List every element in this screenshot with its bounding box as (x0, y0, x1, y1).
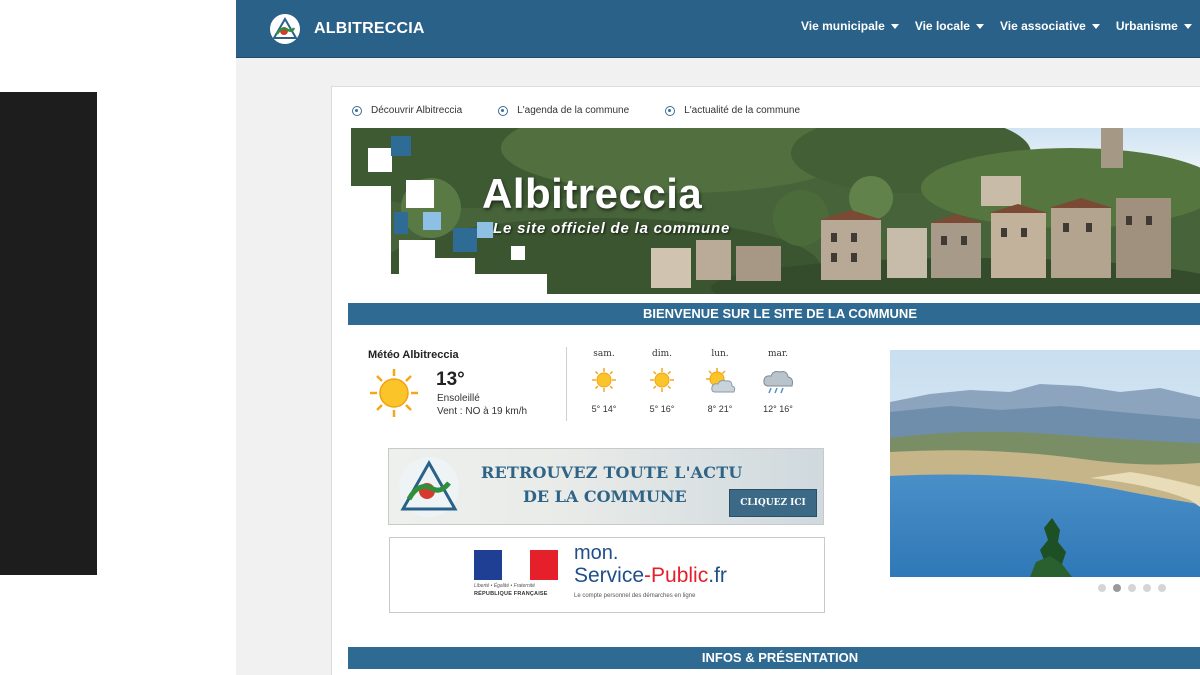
menu-vie-associative[interactable]: Vie associative (1000, 19, 1100, 33)
quicklink-agenda[interactable]: L'agenda de la commune (498, 105, 629, 116)
actu-line2: DE LA COMMUNE (523, 487, 687, 506)
forecast-day: sam. 5° 14° (584, 349, 624, 414)
sp-site-name: Service-Public.fr (574, 564, 727, 588)
slider-pagination (1098, 584, 1166, 592)
sun-cloud-icon (706, 368, 736, 393)
current-wind: Vent : NO à 19 km/h (437, 406, 528, 417)
brand[interactable]: ALBITRECCIA (270, 11, 425, 47)
dark-side-panel (0, 92, 97, 575)
caret-down-icon (890, 23, 899, 29)
slider-dot-active[interactable] (1113, 584, 1121, 592)
quicklink-label: Découvrir Albitreccia (371, 105, 463, 116)
village-landscape-image (351, 128, 1200, 294)
weather-divider (566, 347, 567, 421)
menu-label: Vie municipale (801, 19, 885, 33)
menu-urbanisme[interactable]: Urbanisme (1116, 19, 1192, 33)
current-temperature: 13° (436, 369, 465, 390)
forecast-day-label: dim. (651, 349, 673, 359)
forecast-temps: 12° 16° (763, 404, 793, 414)
republic-name: RÉPUBLIQUE FRANÇAISE (474, 591, 548, 597)
sp-public: -Public (644, 564, 709, 587)
forecast-day-label: sam. (593, 349, 615, 359)
hero-banner: Albitreccia Le site officiel de la commu… (351, 128, 1200, 294)
slider-dot[interactable] (1143, 584, 1151, 592)
quicklink-decouvrir[interactable]: Découvrir Albitreccia (352, 105, 462, 116)
forecast-temps: 8° 21° (707, 404, 733, 414)
caret-down-icon (1183, 23, 1192, 29)
menu-vie-municipale[interactable]: Vie municipale (801, 19, 899, 33)
forecast-day-label: lun. (711, 349, 729, 359)
bay-landscape-image (890, 350, 1200, 577)
website-viewport: ALBITRECCIA Vie municipale Vie locale Vi… (236, 0, 1200, 675)
sp-mon: mon. (574, 542, 619, 564)
cliquez-ici-button[interactable]: CLIQUEZ ICI (729, 489, 817, 517)
republic-motto: Liberté • Égalité • Fraternité (474, 583, 536, 589)
quicklink-label: L'actualité de la commune (684, 105, 801, 116)
current-condition: Ensoleillé (437, 393, 480, 404)
circle-bullet-icon (352, 105, 362, 116)
sun-icon (370, 369, 418, 417)
service-public-ad[interactable]: Liberté • Égalité • Fraternité RÉPUBLIQU… (389, 537, 825, 613)
caret-down-icon (1091, 23, 1100, 29)
weather-forecast: sam. 5° 14° dim. 5° 16° lun. 8° 21° mar.… (584, 349, 804, 421)
sun-icon (592, 368, 616, 392)
weather-title: Météo Albitreccia (368, 349, 459, 361)
circle-bullet-icon (665, 105, 676, 116)
banner-title: Albitreccia (482, 170, 703, 217)
infos-section-title: INFOS & PRÉSENTATION (701, 650, 859, 665)
photo-slider[interactable] (890, 350, 1200, 577)
caret-down-icon (975, 23, 984, 29)
slider-dot[interactable] (1098, 584, 1106, 592)
actu-line1: RETROUVEZ TOUTE L'ACTU (481, 463, 743, 482)
brand-name: ALBITRECCIA (314, 20, 425, 37)
weather-widget: Météo Albitreccia 13° Ensoleillé Vent : … (368, 347, 808, 429)
circle-bullet-icon (498, 105, 509, 116)
forecast-temps: 5° 16° (649, 404, 675, 414)
actu-banner-ad[interactable]: RETROUVEZ TOUTE L'ACTU DE LA COMMUNE CLI… (388, 448, 824, 525)
menu-label: Vie associative (999, 19, 1086, 33)
sun-icon (650, 368, 674, 392)
quicklinks: Découvrir Albitreccia L'agenda de la com… (352, 105, 800, 116)
screenshot-stage: ALBITRECCIA Vie municipale Vie locale Vi… (0, 0, 1200, 675)
forecast-temps: 5° 14° (591, 404, 617, 414)
menu-label: Urbanisme (1115, 19, 1178, 33)
welcome-section-title: BIENVENUE SUR LE SITE DE LA COMMUNE (643, 306, 917, 321)
forecast-day-label: mar. (767, 349, 789, 359)
quicklink-label: L'agenda de la commune (517, 105, 630, 116)
content-card: Découvrir Albitreccia L'agenda de la com… (331, 86, 1200, 675)
menu-vie-locale[interactable]: Vie locale (915, 19, 984, 33)
slider-dot[interactable] (1128, 584, 1136, 592)
rain-cloud-icon (763, 371, 793, 394)
sp-service: Service (574, 564, 645, 587)
banner-subtitle: Le site officiel de la commune (493, 220, 731, 237)
welcome-section-header: BIENVENUE SUR LE SITE DE LA COMMUNE (348, 303, 1200, 325)
top-navbar: ALBITRECCIA Vie municipale Vie locale Vi… (236, 0, 1200, 58)
quicklink-actualite[interactable]: L'actualité de la commune (665, 105, 800, 116)
menu-label: Vie locale (914, 19, 970, 33)
forecast-day: lun. 8° 21° (700, 349, 740, 414)
infos-section-header: INFOS & PRÉSENTATION (348, 647, 1200, 669)
main-menu: Vie municipale Vie locale Vie associativ… (801, 19, 1192, 33)
forecast-day: dim. 5° 16° (642, 349, 682, 414)
commune-logo-icon (270, 14, 300, 44)
sp-domain: .fr (708, 564, 727, 587)
commune-logo-icon (399, 457, 459, 517)
sp-caption: Le compte personnel des démarches en lig… (574, 593, 696, 599)
slider-dot[interactable] (1158, 584, 1166, 592)
republique-francaise-logo (474, 550, 558, 580)
forecast-day: mar. 12° 16° (758, 349, 798, 414)
